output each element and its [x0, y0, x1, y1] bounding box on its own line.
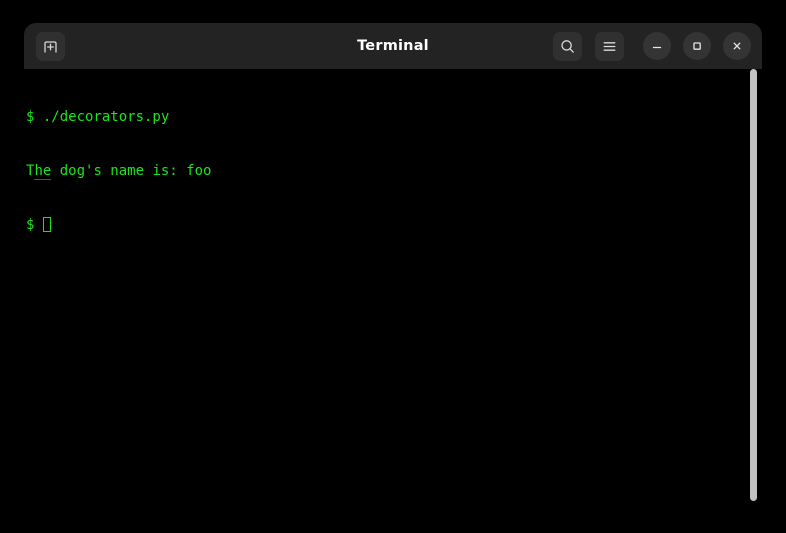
new-tab-button[interactable]: [36, 32, 65, 61]
shell-prompt: $: [26, 109, 43, 125]
terminal-window: Terminal: [24, 23, 762, 69]
vertical-scrollbar[interactable]: [748, 69, 760, 503]
search-button[interactable]: [553, 32, 582, 61]
main-menu-button[interactable]: [595, 32, 624, 61]
program-output-rest: dog's name is: foo: [51, 163, 212, 179]
screen: $ ./decorators.py The dog's name is: foo…: [0, 0, 786, 533]
scrollbar-thumb[interactable]: [750, 69, 757, 501]
text-cursor: [42, 217, 51, 232]
terminal-line-1: $ ./decorators.py: [26, 108, 211, 126]
terminal-output: $ ./decorators.py The dog's name is: foo…: [26, 72, 211, 270]
terminal-line-3: $: [26, 216, 211, 234]
hamburger-menu-icon: [601, 38, 618, 55]
terminal-line-2: The dog's name is: foo: [26, 162, 211, 180]
maximize-icon: [690, 39, 704, 53]
maximize-button[interactable]: [683, 32, 711, 60]
close-icon: [730, 39, 744, 53]
close-button[interactable]: [723, 32, 751, 60]
minimize-button[interactable]: [643, 32, 671, 60]
titlebar[interactable]: Terminal: [24, 23, 762, 69]
terminal-surface[interactable]: $ ./decorators.py The dog's name is: foo…: [0, 0, 786, 533]
new-tab-icon: [42, 38, 59, 55]
shell-command: ./decorators.py: [42, 109, 170, 125]
program-output-underlined: he: [34, 163, 52, 180]
minimize-icon: [650, 39, 664, 53]
search-icon: [559, 38, 576, 55]
shell-prompt-current: $: [26, 217, 43, 233]
